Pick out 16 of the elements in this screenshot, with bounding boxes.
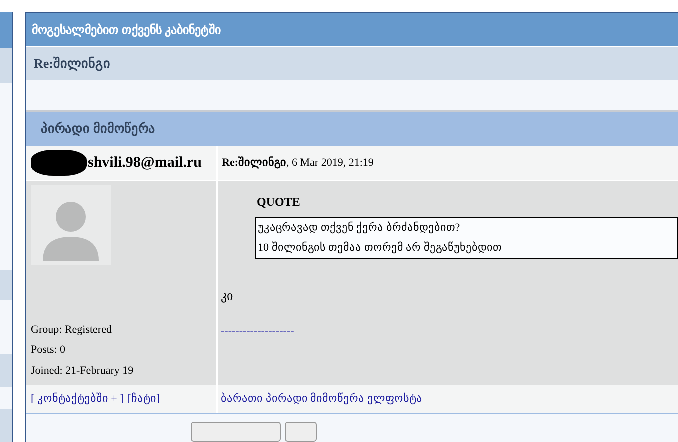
message-header: Re:შილინგი, 6 Mar 2019, 21:19 bbox=[222, 156, 374, 171]
sender-email: shvili.98@mail.ru bbox=[88, 154, 202, 173]
user-info: Group: Registered bbox=[31, 322, 113, 338]
user-info: Joined: 21-February 19 bbox=[31, 364, 135, 379]
section-title: პირადი მიმოწერა bbox=[41, 120, 156, 138]
quote-text: 10 შილინგის თემაა თორემ არ შეგაწუხებდით bbox=[258, 240, 503, 256]
quote-label: QUOTE bbox=[257, 194, 302, 212]
signature-line: -------------------- bbox=[221, 324, 296, 340]
page-title: მოგესალმებით თქვენს კაბინეტში bbox=[32, 22, 221, 39]
user-info: Posts: 0 bbox=[31, 343, 67, 358]
contact-link[interactable]: [ კონტაქტებში + ] bbox=[31, 390, 124, 408]
topic-title: Re:შილინგი bbox=[34, 54, 110, 74]
message-body: კი bbox=[221, 288, 234, 306]
contact-link[interactable]: [ჩატი] bbox=[128, 390, 160, 408]
quote-text: უკაცრავად თქვენ ქერა ბრძანდებით? bbox=[258, 220, 462, 236]
footer-link[interactable]: ბარათი პირადი მიმოწერა ელფოსტა bbox=[221, 390, 422, 408]
